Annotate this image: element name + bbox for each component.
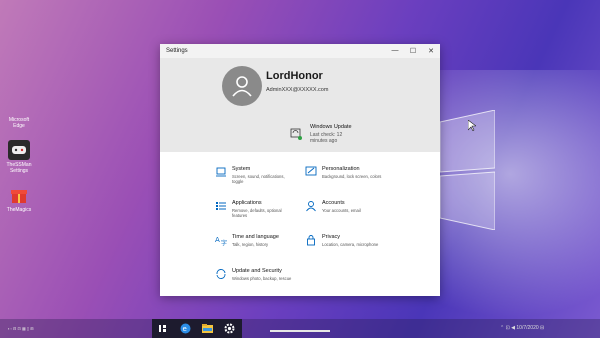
desktop-icon-themagics[interactable]: TheMagics [4, 185, 34, 213]
gamepad-icon [8, 140, 30, 160]
profile-header: LordHonor AdminXXX@XXXXX.com Windows Upd… [160, 58, 440, 152]
mouse-cursor-icon [468, 120, 476, 131]
category-title: Applications [232, 200, 262, 206]
category-title: Accounts [322, 200, 345, 206]
gift-icon [8, 185, 30, 205]
laptop-icon [216, 167, 226, 177]
desktop-icon-label: TheMagics [6, 207, 32, 213]
edge-icon [8, 95, 30, 115]
desktop-icon-label: Microsoft Edge [8, 117, 30, 129]
desktop-icon-label: TheSSMan Settings [6, 162, 32, 174]
user-icon [232, 76, 252, 97]
desktop-icon-thessman[interactable]: TheSSMan Settings [4, 140, 34, 174]
settings-gear-icon[interactable] [222, 321, 237, 336]
system-tray[interactable]: ⌃ ⊡ ◀ 10/7/2020 ⊟ [500, 325, 544, 331]
windows-update-icon[interactable] [290, 128, 302, 140]
brush-icon [305, 166, 317, 176]
settings-window: Settings — ☐ ✕ LordHonor AdminXXX@XXXXX.… [160, 44, 440, 296]
desktop-icon-edge[interactable]: Microsoft Edge [4, 95, 34, 129]
title-bar: Settings — ☐ ✕ [160, 44, 440, 58]
category-title: Time and language [232, 234, 279, 240]
category-description: Remove, defaults, optional features [232, 208, 282, 218]
window-title: Settings [166, 48, 188, 54]
lock-icon [307, 235, 315, 246]
username: LordHonor [266, 70, 323, 82]
file-explorer-icon[interactable] [200, 321, 215, 336]
taskbar-center: e [152, 319, 242, 338]
edge-browser-icon[interactable]: e [178, 321, 193, 336]
svg-text:e: e [183, 325, 187, 333]
svg-text:字: 字 [221, 239, 227, 246]
task-view-icon[interactable] [155, 321, 170, 336]
taskbar-left-icons[interactable]: ▪ ▫ ⊟ ⊡ ▦ ▯ ⊞ [8, 326, 34, 331]
category-description: Background, lock screen, colors [322, 174, 382, 179]
category-description: Location, camera, microphone [322, 242, 379, 247]
windows-update-subtitle: Last check: 12 minutes ago [310, 132, 343, 144]
category-description: Your accounts, email [322, 208, 361, 213]
category-title: Update and Security [232, 268, 282, 274]
category-description: Windows photo, backup, rescue [232, 276, 292, 281]
category-title: Privacy [322, 234, 341, 240]
svg-text:A: A [215, 236, 220, 244]
category-title: Personalization [322, 166, 360, 172]
avatar[interactable] [222, 66, 262, 106]
windows-update-title[interactable]: Windows Update [310, 124, 352, 130]
category-description: Screen, sound, notifications, toggle [232, 174, 285, 184]
category-description: Talk, region, history [232, 242, 269, 247]
close-button[interactable]: ✕ [422, 47, 440, 55]
sync-icon [216, 269, 226, 279]
minimize-button[interactable]: — [386, 47, 404, 55]
apps-list-icon [216, 202, 226, 210]
maximize-button[interactable]: ☐ [404, 47, 422, 55]
time-language-icon: A字 [215, 236, 227, 246]
taskbar-handle [270, 330, 330, 332]
category-title: System [232, 166, 251, 172]
account-email[interactable]: AdminXXX@XXXXX.com [266, 87, 328, 93]
person-icon [306, 201, 316, 212]
